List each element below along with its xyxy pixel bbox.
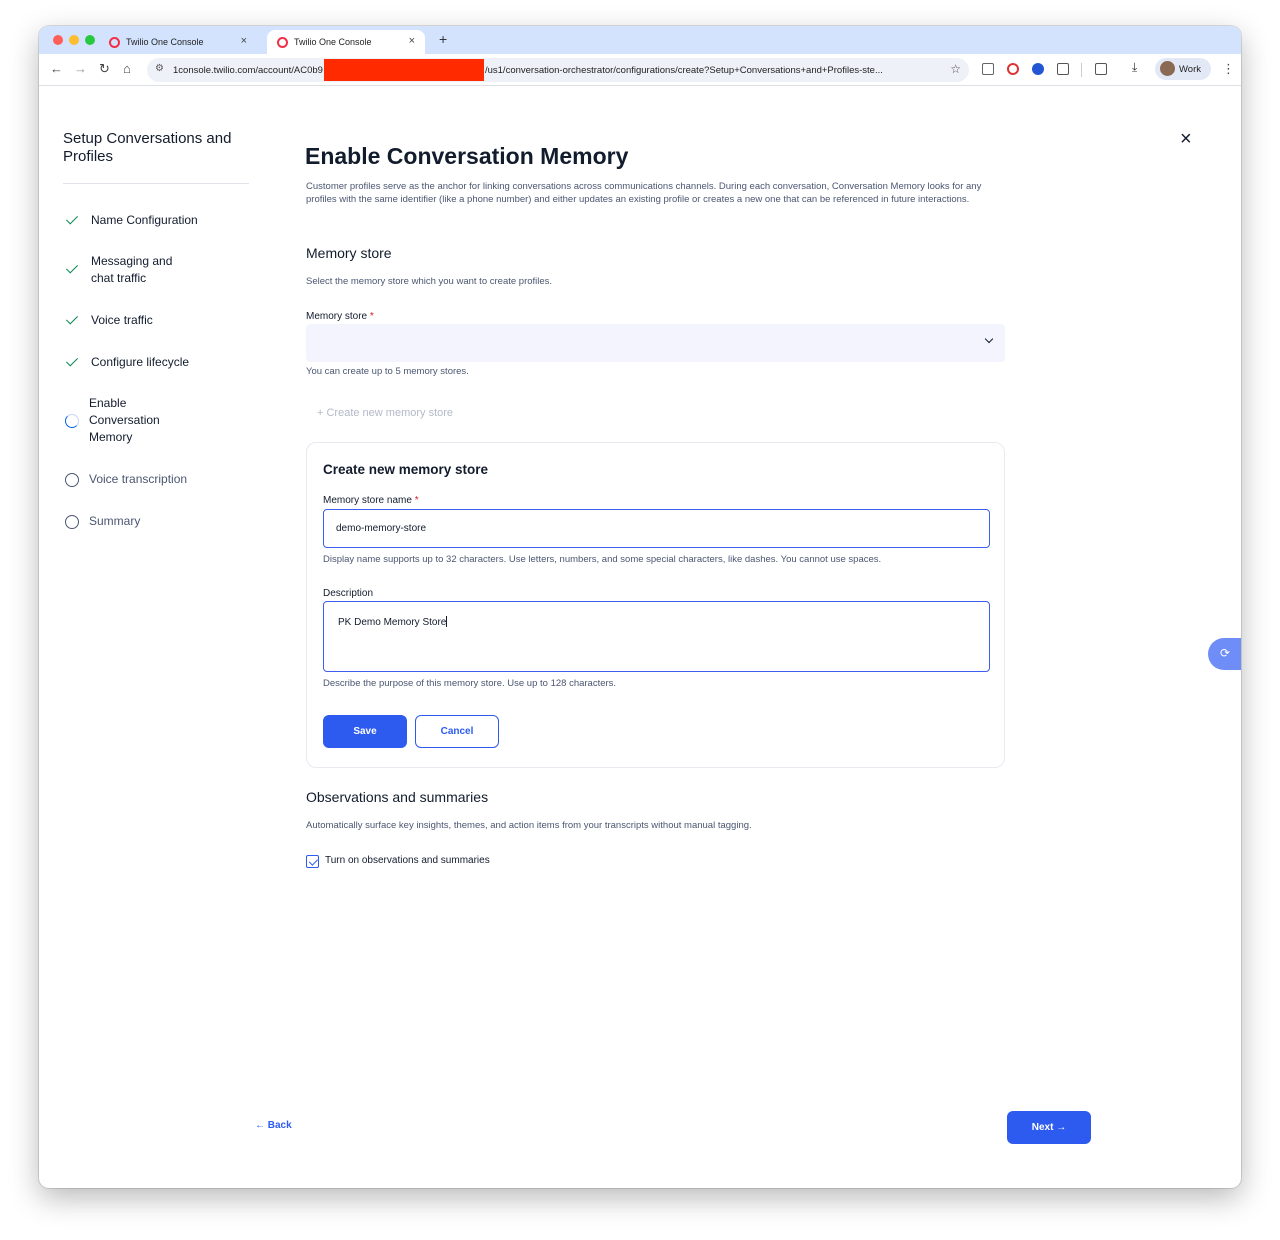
profile-label: Work	[1179, 63, 1201, 75]
profile-button[interactable]: Work	[1155, 58, 1211, 80]
tab-strip: Twilio One Console × Twilio One Console …	[39, 26, 1241, 54]
memory-store-description: Select the memory store which you want t…	[306, 276, 553, 287]
download-icon[interactable]: ⤓	[1132, 60, 1137, 75]
page-title: Enable Conversation Memory	[305, 143, 629, 169]
card-title: Create new memory store	[323, 462, 489, 477]
description-hint: Describe the purpose of this memory stor…	[323, 678, 617, 689]
memory-store-select[interactable]	[306, 324, 1005, 362]
step-label: Summary	[89, 514, 141, 528]
description-label: Description	[323, 588, 374, 599]
browser-toolbar: ← → ↻ ⌂ ⚙ 1console.twilio.com/account/AC…	[39, 54, 1241, 86]
description-textarea[interactable]: PK Demo Memory Store	[323, 601, 990, 672]
red-extension-icon[interactable]	[1007, 63, 1019, 75]
blue-extension-icon[interactable]	[1032, 63, 1044, 75]
browser-tab-2[interactable]: Twilio One Console ×	[267, 30, 425, 54]
memory-store-heading: Memory store	[306, 245, 392, 261]
pending-circle-icon	[65, 514, 79, 529]
home-icon[interactable]: ⌂	[123, 61, 131, 76]
step-label: Configure lifecycle	[91, 355, 190, 369]
bookmark-star-icon[interactable]: ☆	[950, 62, 961, 76]
step-summary[interactable]: Summary	[65, 513, 140, 530]
redaction-block	[323, 59, 484, 81]
step-label: Messaging and chat traffic	[91, 254, 173, 285]
page-intro: Customer profiles serve as the anchor fo…	[306, 181, 982, 205]
check-icon	[65, 213, 81, 229]
browser-tab-1[interactable]: Twilio One Console ×	[99, 30, 257, 54]
extensions-puzzle-icon[interactable]	[1057, 63, 1069, 75]
cancel-button[interactable]: Cancel	[415, 715, 499, 748]
next-button[interactable]: Next →	[1007, 1111, 1091, 1144]
save-button[interactable]: Save	[323, 715, 407, 748]
close-wizard-icon[interactable]: ×	[1180, 129, 1192, 149]
step-name-configuration[interactable]: Name Configuration	[65, 212, 198, 229]
new-tab-button[interactable]: +	[439, 31, 447, 47]
pending-circle-icon	[65, 472, 79, 487]
avatar	[1160, 61, 1175, 76]
wizard-title: Setup Conversations and Profiles	[63, 130, 232, 165]
required-marker: *	[369, 311, 374, 322]
memory-store-name-input[interactable]: demo-memory-store	[323, 509, 990, 548]
observations-checkbox[interactable]	[306, 855, 319, 868]
check-icon	[65, 262, 81, 278]
refresh-icon: ⟳	[1220, 646, 1231, 660]
screenshot-extension-icon[interactable]	[982, 63, 994, 75]
tab-title: Twilio One Console	[126, 37, 204, 47]
step-configure-lifecycle[interactable]: Configure lifecycle	[65, 354, 189, 371]
twilio-favicon-icon	[277, 36, 288, 48]
memory-store-name-label: Memory store name *	[323, 495, 419, 506]
toolbar-divider	[1081, 63, 1082, 77]
assistant-tab-button[interactable]: ⟳	[1208, 638, 1241, 670]
create-memory-store-link[interactable]: + Create new memory store	[317, 407, 453, 419]
tab-close-icon[interactable]: ×	[409, 35, 415, 47]
address-bar[interactable]: ⚙ 1console.twilio.com/account/AC0b9/us1/…	[147, 58, 969, 82]
create-memory-store-card: Create new memory store Memory store nam…	[306, 442, 1005, 768]
label-text: Memory store name	[323, 495, 412, 506]
tab-close-icon[interactable]: ×	[241, 35, 247, 47]
name-hint: Display name supports up to 32 character…	[323, 554, 882, 565]
label-text: Memory store	[306, 311, 368, 322]
step-enable-conversation-memory[interactable]: Enable Conversation Memory	[65, 395, 205, 446]
url-text-start: 1console.twilio.com/account/AC0b9	[173, 64, 323, 76]
tab-title: Twilio One Console	[294, 37, 372, 47]
observations-heading: Observations and summaries	[306, 789, 489, 805]
maximize-window-button[interactable]	[85, 35, 95, 45]
check-icon	[65, 355, 81, 371]
browser-window: Twilio One Console × Twilio One Console …	[39, 26, 1241, 1188]
step-voice-traffic[interactable]: Voice traffic	[65, 312, 153, 329]
memory-store-hint: You can create up to 5 memory stores.	[306, 366, 469, 377]
back-arrow-icon[interactable]: ←	[50, 61, 63, 76]
site-settings-icon[interactable]: ⚙	[155, 63, 164, 74]
input-value: demo-memory-store	[336, 523, 427, 534]
back-link[interactable]: ← Back	[255, 1120, 292, 1131]
observations-description: Automatically surface key insights, them…	[306, 820, 752, 831]
minimize-window-button[interactable]	[69, 35, 79, 45]
tab-search-icon[interactable]	[1095, 63, 1107, 75]
observations-checkbox-label[interactable]: Turn on observations and summaries	[325, 855, 490, 866]
check-icon	[65, 313, 81, 329]
twilio-favicon-icon	[109, 36, 120, 48]
step-label: Voice traffic	[91, 313, 153, 327]
close-window-button[interactable]	[53, 35, 63, 45]
input-value: PK Demo Memory Store	[338, 617, 447, 628]
url-text-end: /us1/conversation-orchestrator/configura…	[484, 64, 883, 76]
forward-arrow-icon[interactable]: →	[74, 61, 87, 76]
chevron-down-icon	[984, 334, 994, 344]
in-progress-icon	[65, 413, 79, 428]
text-caret	[446, 616, 448, 627]
step-label: Enable Conversation Memory	[89, 396, 160, 444]
step-messaging[interactable]: Messaging and chat traffic	[65, 253, 205, 287]
step-label: Voice transcription	[89, 472, 188, 486]
memory-store-label: Memory store *	[306, 311, 374, 322]
reload-icon[interactable]: ↻	[99, 61, 110, 77]
step-label: Name Configuration	[91, 213, 198, 227]
step-voice-transcription[interactable]: Voice transcription	[65, 471, 187, 488]
browser-menu-icon[interactable]: ⋮	[1222, 61, 1235, 77]
required-marker: *	[414, 495, 419, 506]
rail-divider	[63, 183, 249, 184]
